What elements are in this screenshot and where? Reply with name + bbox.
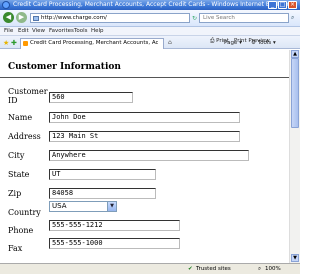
window-title: Credit Card Processing, Merchant Account… bbox=[13, 1, 291, 8]
menu-view[interactable]: View bbox=[32, 28, 45, 34]
site-favicon-icon bbox=[23, 41, 28, 46]
customer-id-label: Customer ID bbox=[8, 87, 48, 105]
close-button[interactable]: × bbox=[288, 1, 297, 9]
address-text: http://www.charge.com/ bbox=[41, 15, 107, 21]
menu-help[interactable]: Help bbox=[91, 28, 104, 34]
page-title: Customer Information bbox=[8, 62, 121, 72]
menu-bar: File Edit View Favorites Tools Help bbox=[0, 27, 300, 36]
maximize-button[interactable]: □ bbox=[278, 1, 287, 9]
scroll-thumb[interactable] bbox=[291, 58, 299, 128]
tools-label: Tools bbox=[257, 40, 272, 46]
search-icon[interactable]: ⌕ bbox=[291, 14, 294, 22]
search-placeholder: Live Search bbox=[203, 15, 235, 21]
home-icon[interactable]: ⌂ bbox=[168, 39, 172, 46]
tab-title: Credit Card Processing, Merchant Account… bbox=[30, 40, 158, 46]
trusted-sites-icon: ✔ bbox=[188, 266, 193, 272]
gear-icon: ⚙ bbox=[251, 40, 256, 46]
page-icon bbox=[33, 16, 39, 21]
zoom-icon[interactable]: ⌕ bbox=[258, 266, 261, 273]
divider bbox=[0, 77, 289, 78]
zip-label: Zip bbox=[8, 189, 22, 198]
zoom-level[interactable]: 100% bbox=[265, 266, 281, 272]
zone-text: Trusted sites bbox=[196, 266, 231, 272]
country-select[interactable]: USA ▼ bbox=[49, 201, 117, 212]
menu-file[interactable]: File bbox=[4, 28, 13, 34]
country-label: Country bbox=[8, 208, 41, 217]
name-label: Name bbox=[8, 113, 33, 122]
phone-label: Phone bbox=[8, 226, 34, 235]
city-field[interactable]: Anywhere bbox=[49, 150, 249, 161]
vertical-scrollbar[interactable]: ▲ ▼ bbox=[289, 50, 300, 263]
city-label: City bbox=[8, 151, 25, 160]
address-label: Address bbox=[8, 132, 41, 141]
menu-favorites[interactable]: Favorites bbox=[49, 28, 74, 34]
address-bar[interactable]: http://www.charge.com/ bbox=[30, 13, 190, 23]
state-label: State bbox=[8, 170, 30, 179]
print-icon: ⎙ bbox=[210, 38, 215, 44]
scroll-down-icon[interactable]: ▼ bbox=[291, 254, 299, 262]
customer-id-field[interactable]: 560 bbox=[49, 92, 133, 103]
zip-field[interactable]: 84058 bbox=[49, 188, 156, 199]
menu-tools[interactable]: Tools bbox=[74, 28, 88, 34]
fax-field[interactable]: 555-555-1000 bbox=[49, 238, 180, 249]
tab-active[interactable]: Credit Card Processing, Merchant Account… bbox=[20, 38, 164, 49]
country-value: USA bbox=[52, 202, 67, 210]
address-field[interactable]: 123 Main St bbox=[49, 131, 240, 142]
name-field[interactable]: John Doe bbox=[49, 112, 240, 123]
minimize-button[interactable]: _ bbox=[268, 1, 277, 9]
state-field[interactable]: UT bbox=[49, 169, 156, 180]
phone-field[interactable]: 555-555-1212 bbox=[49, 220, 180, 231]
search-input[interactable]: Live Search bbox=[199, 13, 289, 23]
title-bar: Credit Card Processing, Merchant Account… bbox=[0, 0, 300, 10]
status-bar: ✔ Trusted sites ⌕ 100% bbox=[0, 263, 300, 274]
forward-button[interactable]: ▶ bbox=[16, 12, 27, 23]
refresh-icon[interactable]: ↻ bbox=[192, 15, 197, 22]
fax-label: Fax bbox=[8, 244, 23, 253]
scroll-up-icon[interactable]: ▲ bbox=[291, 50, 299, 58]
chevron-down-icon[interactable]: ▼ bbox=[107, 202, 116, 211]
command-bar: Page ▾ ⚙ Tools ▾ bbox=[224, 40, 294, 49]
tools-menu-button[interactable]: ⚙ Tools ▾ bbox=[251, 40, 276, 46]
menu-edit[interactable]: Edit bbox=[18, 28, 29, 34]
ie-icon bbox=[2, 1, 10, 9]
page-content: Customer Information Customer ID 560 Nam… bbox=[0, 50, 289, 263]
page-menu-button[interactable]: Page ▾ bbox=[224, 40, 242, 46]
back-button[interactable]: ◀ bbox=[3, 12, 14, 23]
page-label: Page bbox=[224, 40, 238, 46]
add-favorites-icon[interactable]: ✚ bbox=[11, 39, 17, 47]
address-toolbar: ◀ ▶ http://www.charge.com/ ↻ Live Search… bbox=[0, 10, 300, 27]
favorites-star-icon[interactable]: ★ bbox=[3, 39, 9, 47]
